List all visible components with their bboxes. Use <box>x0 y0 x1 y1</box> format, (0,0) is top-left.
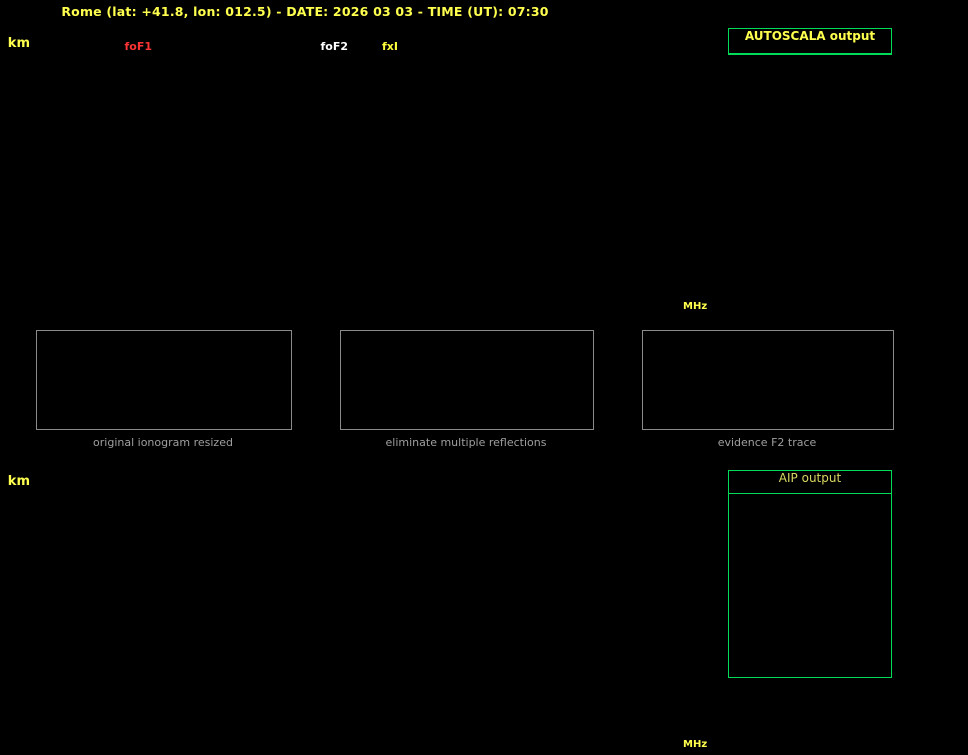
thumbnail-evidence-f2 <box>642 330 894 430</box>
aip-table-header: AIP output <box>729 471 891 494</box>
thumbnail-original-ionogram <box>36 330 292 430</box>
x-axis-unit-bottom: MHz <box>683 739 708 750</box>
thumbnail-caption: evidence F2 trace <box>717 436 817 449</box>
station-title: Rome (lat: +41.8, lon: 012.5) - DATE: 20… <box>61 4 549 19</box>
aip-output-table: AIP output <box>728 470 892 678</box>
autoscala-table-header: AUTOSCALA output <box>729 29 891 54</box>
y-axis-unit-top: km <box>7 36 30 51</box>
profile-ionogram-plot <box>35 465 725 733</box>
fxI-marker-label: fxI <box>382 40 398 53</box>
thumbnail-eliminate-multiples <box>340 330 594 430</box>
thumbnail-caption: eliminate multiple reflections <box>385 436 547 449</box>
scaled-ionogram-plot <box>35 27 725 295</box>
foF2-marker-label: foF2 <box>320 40 348 53</box>
foF1-marker-label: foF1 <box>124 40 152 53</box>
y-axis-unit-bottom: km <box>7 474 30 489</box>
autoscala-app-window: Rome (lat: +41.8, lon: 012.5) - DATE: 20… <box>0 0 968 755</box>
thumbnail-caption: original ionogram resized <box>93 436 233 449</box>
x-axis-unit-top: MHz <box>683 301 708 312</box>
autoscala-output-table: AUTOSCALA output <box>728 28 892 55</box>
